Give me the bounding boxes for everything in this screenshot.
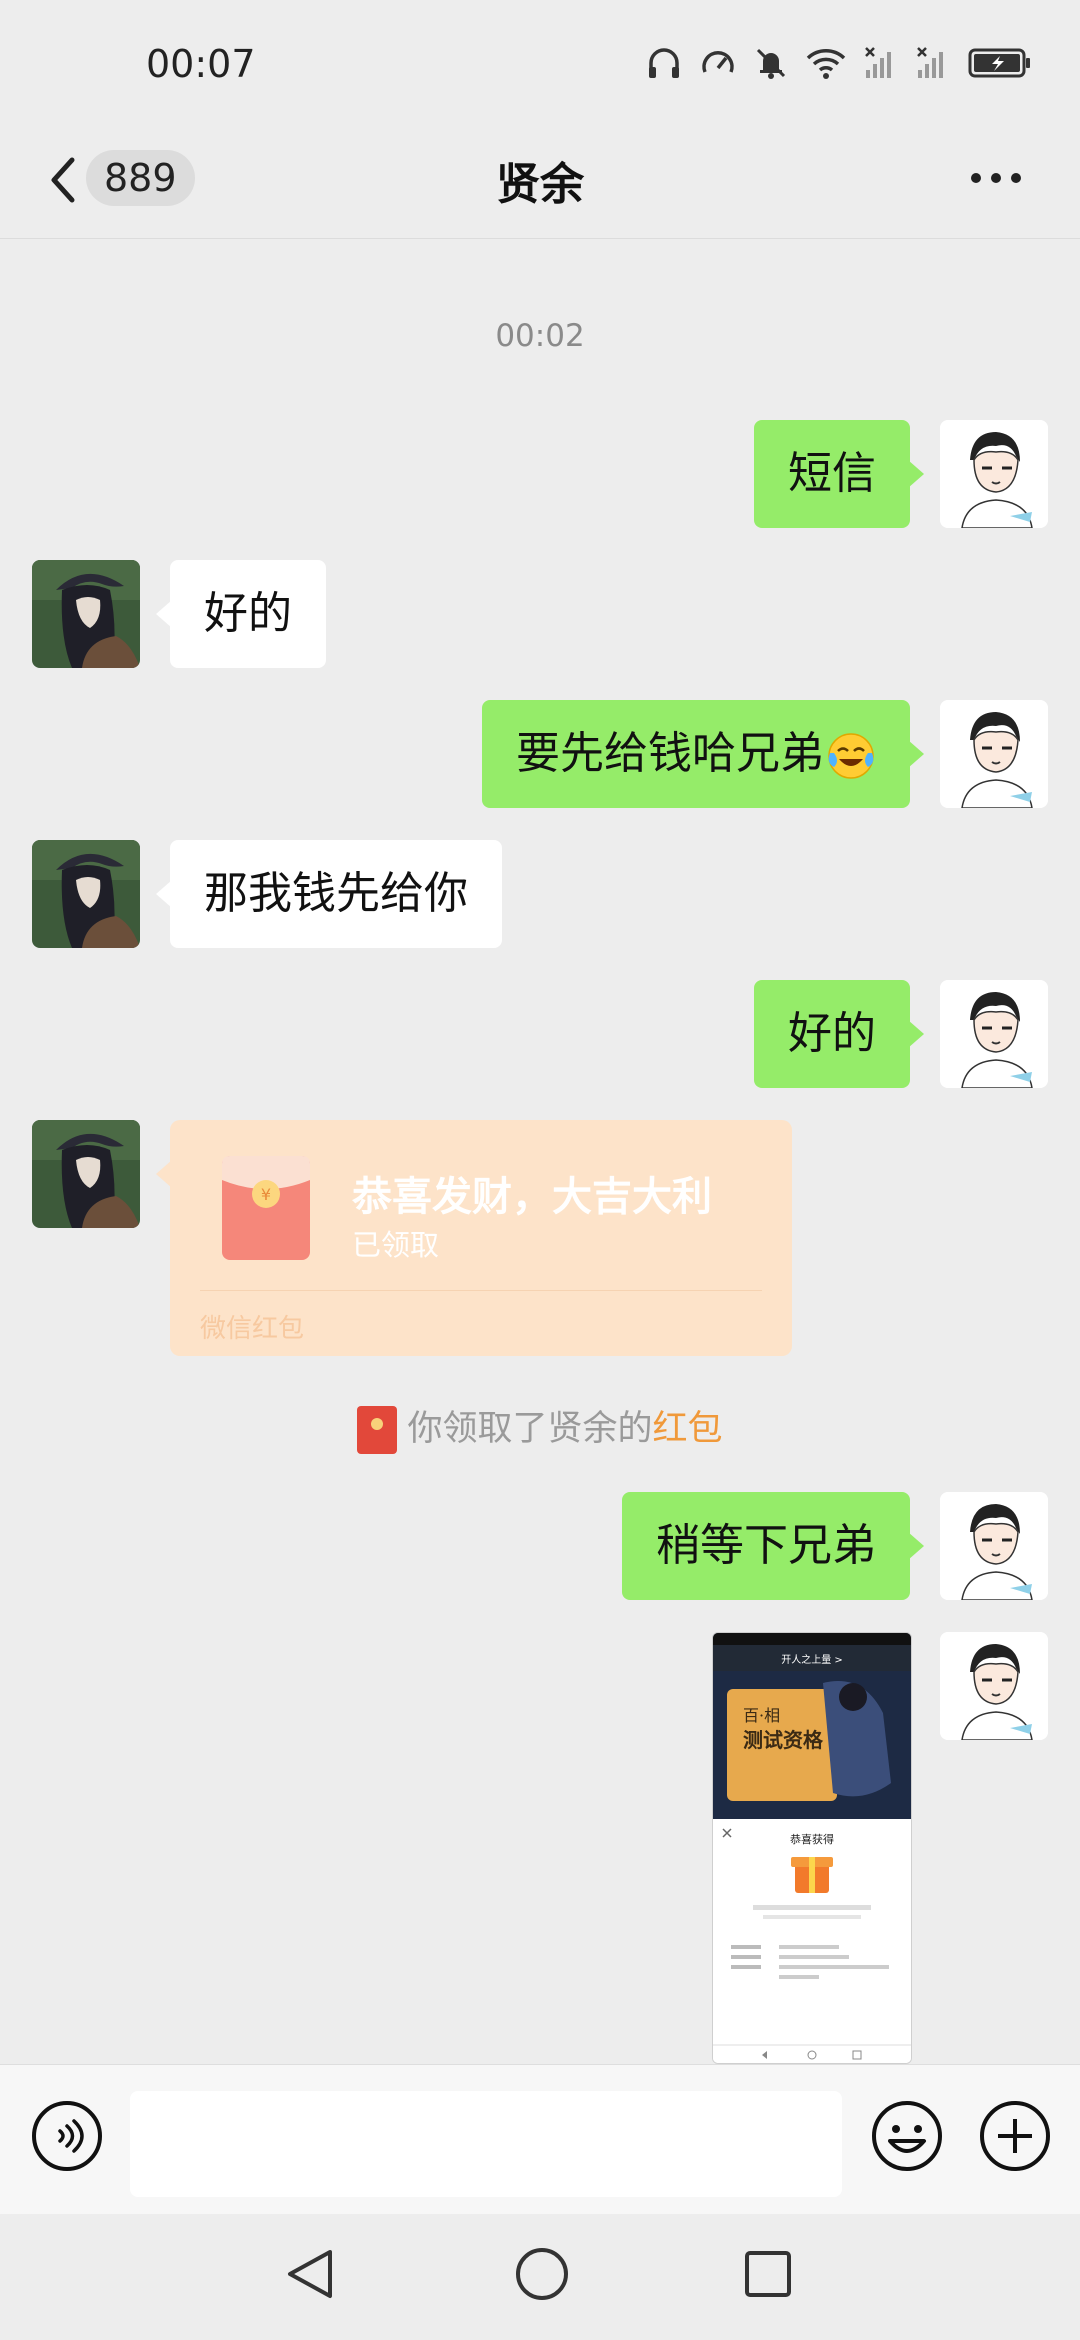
status-bar: 00:07: [0, 0, 1080, 130]
system-notice: 你领取了贤余的红包: [0, 1400, 1080, 1454]
wifi-icon: [806, 49, 846, 79]
nav-back-icon[interactable]: [282, 2246, 338, 2302]
thumb-banner-title: 百·相: [743, 1706, 780, 1725]
nav-home-icon[interactable]: [514, 2246, 570, 2302]
chat-title: 贤余: [496, 159, 584, 210]
message-bubble-out[interactable]: 稍等下兄弟: [622, 1492, 924, 1600]
notice-text: 你领取了贤余的: [407, 1409, 653, 1449]
message-bubble-out[interactable]: 短信: [754, 420, 924, 528]
my-avatar[interactable]: [940, 420, 1048, 528]
message-bubble-in[interactable]: 那我钱先给你: [156, 840, 502, 948]
message-input[interactable]: [130, 2091, 842, 2197]
message-bubble-out[interactable]: 要先给钱哈兄弟: [482, 700, 924, 808]
voice-input-icon[interactable]: [30, 2099, 104, 2173]
red-envelope-icon: ¥: [222, 1156, 310, 1260]
signal-x-icon-1: [865, 47, 891, 78]
message-text: 要先给钱哈兄弟: [516, 728, 824, 779]
speedometer-icon: [702, 51, 734, 73]
screenshot-thumbnail-image: 开人之上量 > 百·相 测试资格 恭喜获得: [713, 1633, 911, 2063]
more-functions-plus-icon[interactable]: [978, 2099, 1052, 2173]
input-bar: [0, 2064, 1080, 2215]
system-nav-bar: [0, 2214, 1080, 2340]
mute-bell-icon: [756, 48, 786, 79]
red-packet-title: 恭喜发财，大吉大利: [352, 1174, 712, 1220]
message-bubble-in[interactable]: 好的: [156, 560, 326, 668]
red-packet-card[interactable]: ¥ 恭喜发财，大吉大利 已领取 微信红包: [156, 1120, 792, 1356]
emoji-picker-icon[interactable]: [870, 2099, 944, 2173]
nav-recent-apps-icon[interactable]: [744, 2250, 792, 2298]
headphones-icon: [649, 48, 679, 78]
message-bubble-out[interactable]: 好的: [754, 980, 924, 1088]
red-packet-label: 微信红包: [200, 1314, 305, 1344]
contact-avatar[interactable]: [32, 1120, 140, 1228]
my-avatar[interactable]: [940, 1492, 1048, 1600]
status-time: 00:07: [146, 42, 256, 86]
battery-charging-icon: [968, 48, 1030, 78]
contact-avatar[interactable]: [32, 840, 140, 948]
thumb-popup-title: 恭喜获得: [790, 1833, 834, 1846]
my-avatar[interactable]: [940, 700, 1048, 808]
red-packet-status: 已领取: [352, 1228, 440, 1262]
status-icons: [646, 46, 1032, 80]
red-packet-divider: [200, 1290, 762, 1291]
my-avatar[interactable]: [940, 980, 1048, 1088]
red-packet-small-icon: [357, 1406, 398, 1454]
my-avatar[interactable]: [940, 1632, 1048, 1740]
notice-red-packet-link[interactable]: 红包: [653, 1409, 723, 1449]
thumb-banner-sub: 测试资格: [743, 1728, 824, 1752]
svg-text:¥: ¥: [261, 1185, 271, 1204]
message-timestamp: 00:02: [495, 318, 585, 354]
laughing-crying-emoji-icon: [828, 733, 874, 779]
contact-avatar[interactable]: [32, 560, 140, 668]
thumb-nav-title: 开人之上量 >: [781, 1653, 843, 1666]
chat-header: 889 贤余: [0, 130, 1080, 239]
chat-area[interactable]: 00:02 短信 好的 要先给钱哈兄弟 那我钱先给你 好的 ¥ 恭喜发财，大吉大…: [0, 238, 1080, 2064]
image-message-screenshot[interactable]: 开人之上量 > 百·相 测试资格 恭喜获得: [712, 1632, 912, 2064]
more-options-icon[interactable]: [968, 166, 1024, 190]
signal-x-icon-2: [917, 47, 943, 78]
